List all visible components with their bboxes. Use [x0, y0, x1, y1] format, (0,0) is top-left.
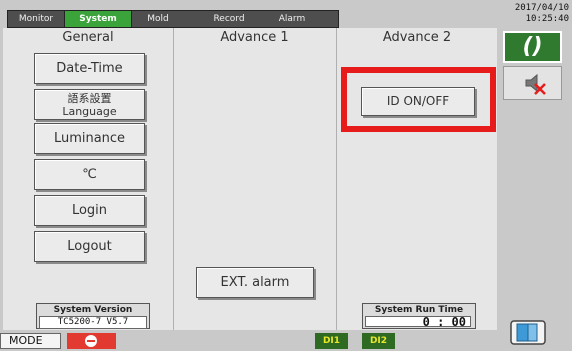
- system-run-time-value: 0 : 00: [365, 316, 471, 328]
- advance1-column: Advance 1 EXT. alarm: [173, 28, 337, 330]
- stop-button[interactable]: [67, 333, 116, 349]
- login-button[interactable]: Login: [34, 195, 145, 226]
- tab-system[interactable]: System: [64, 11, 132, 27]
- speaker-muted-icon: [525, 73, 546, 95]
- ext-alarm-button[interactable]: EXT. alarm: [196, 267, 314, 298]
- mode-indicator: MODE: [0, 333, 61, 349]
- general-column: General Date-Time 語系設置 Language Luminanc…: [3, 28, 174, 330]
- di2-indicator: DI2: [362, 333, 395, 349]
- language-button[interactable]: 語系設置 Language: [34, 89, 145, 120]
- mute-button[interactable]: [503, 66, 562, 100]
- temperature-unit-button[interactable]: ℃: [34, 159, 145, 190]
- tab-record[interactable]: Record: [200, 11, 258, 27]
- date-time-button[interactable]: Date-Time: [34, 53, 145, 84]
- system-run-time-label: System Run Time: [374, 305, 464, 315]
- system-run-time-box: System Run Time 0 : 00: [362, 303, 476, 329]
- di1-indicator: DI1: [315, 333, 348, 349]
- app-window: Monitor System Mold Record Alarm 2017/04…: [0, 0, 572, 351]
- language-label: Language: [62, 105, 117, 118]
- clock: 2017/04/10 10:25:40: [497, 0, 572, 27]
- tab-mold[interactable]: Mold: [136, 11, 180, 27]
- tab-bar: Monitor System Mold Record Alarm: [7, 10, 339, 28]
- system-version-box: System Version TC5200-7 V5.7: [36, 303, 150, 329]
- exit-door-icon[interactable]: [510, 319, 546, 346]
- time-display: 10:25:40: [525, 14, 569, 24]
- general-heading: General: [62, 30, 114, 45]
- date-display: 2017/04/10: [514, 3, 569, 13]
- advance2-heading: Advance 2: [382, 30, 452, 45]
- top-bar: Monitor System Mold Record Alarm: [0, 0, 497, 28]
- system-version-value: TC5200-7 V5.7: [39, 316, 147, 329]
- language-cn-label: 語系設置: [67, 92, 112, 105]
- lock-button[interactable]: (): [503, 31, 562, 63]
- highlight-box: [341, 67, 496, 132]
- stop-icon: [85, 335, 97, 347]
- advance1-heading: Advance 1: [220, 30, 289, 45]
- logout-button[interactable]: Logout: [34, 231, 145, 262]
- luminance-button[interactable]: Luminance: [34, 123, 145, 154]
- tab-monitor[interactable]: Monitor: [8, 11, 64, 27]
- tab-alarm[interactable]: Alarm: [266, 11, 318, 27]
- rotate-icon: (): [522, 34, 543, 59]
- system-version-label: System Version: [53, 305, 133, 315]
